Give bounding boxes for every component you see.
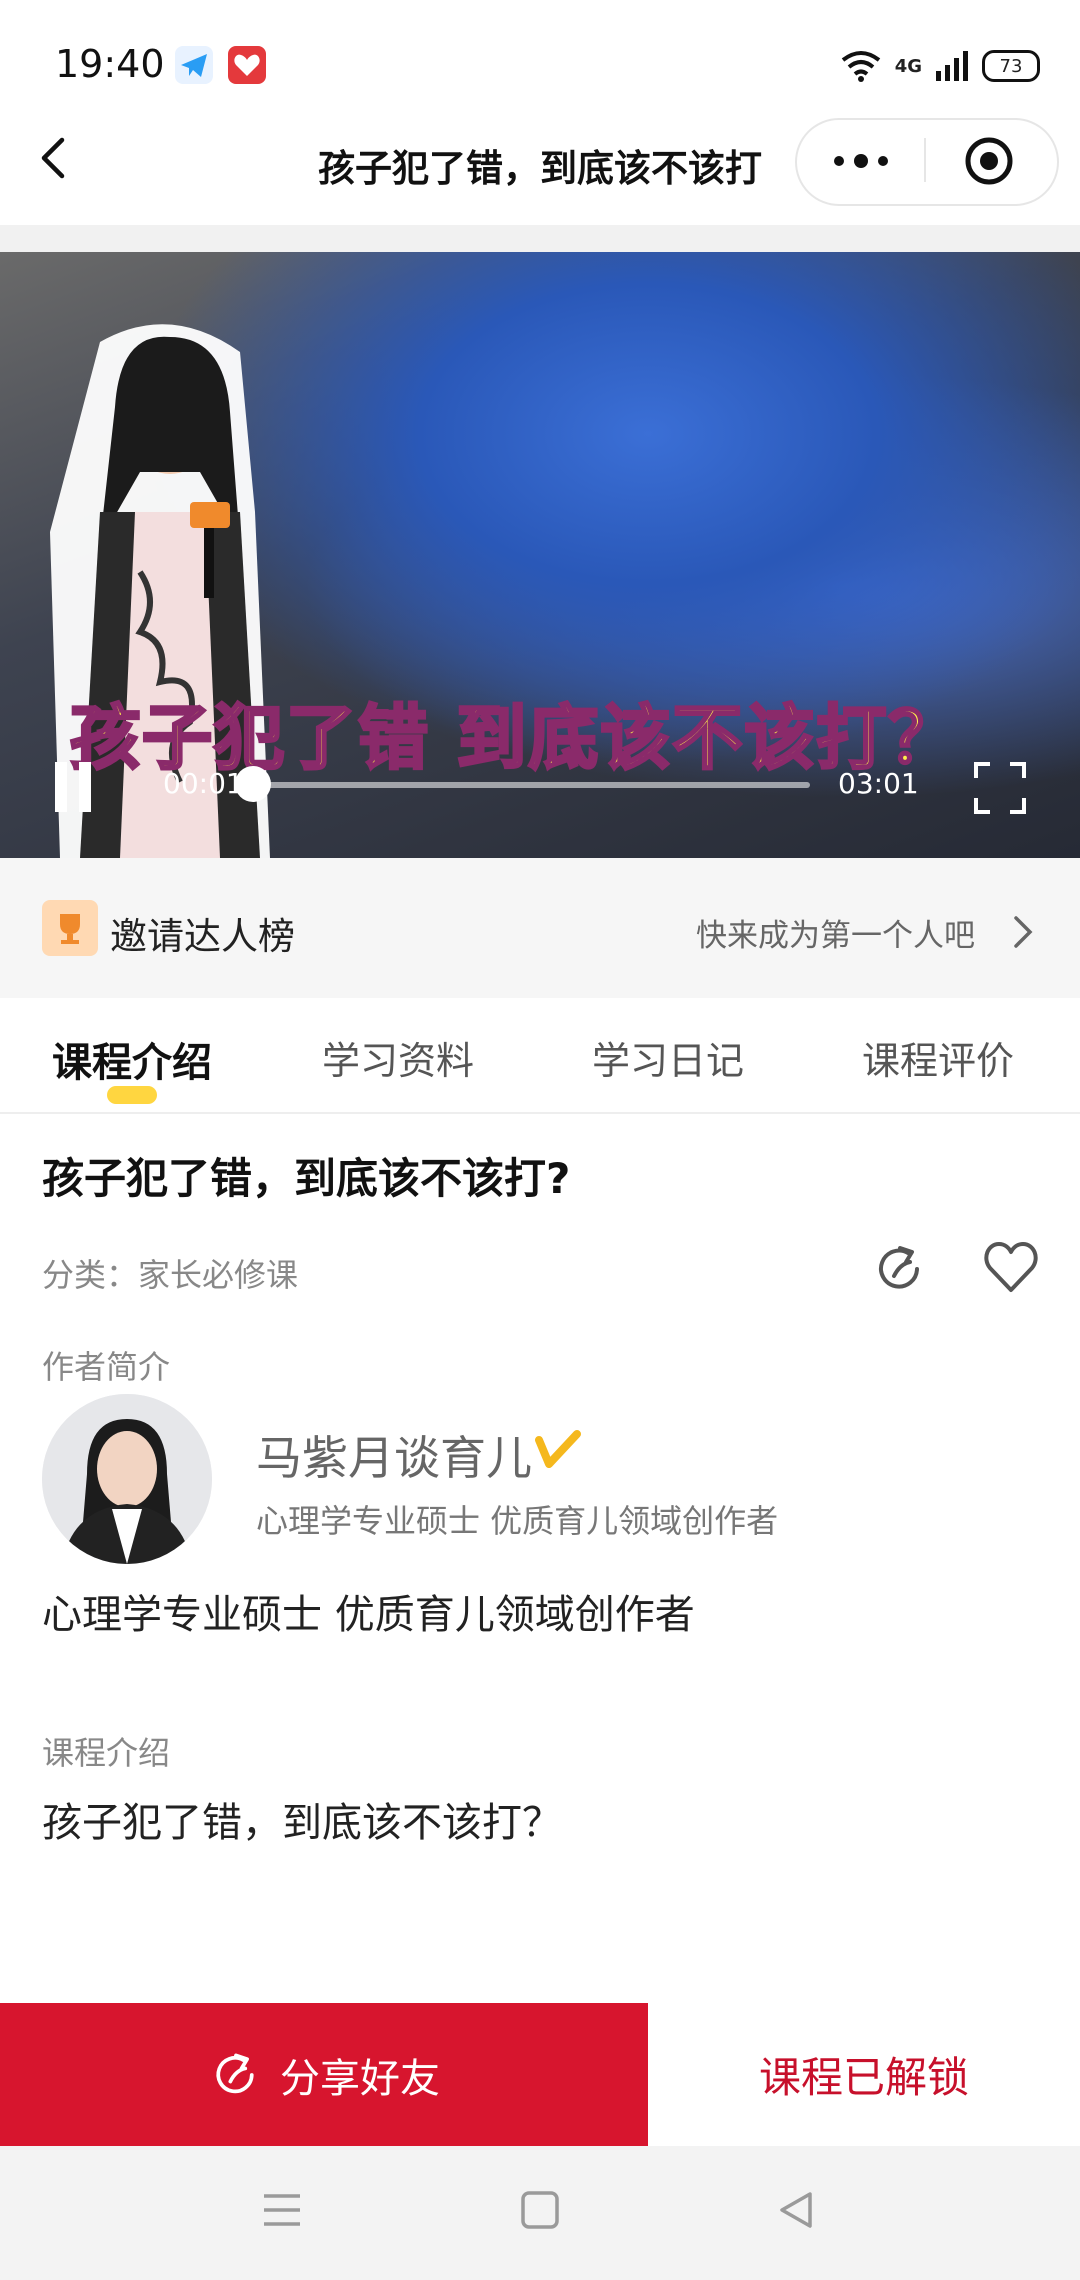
share-icon <box>216 2053 254 2093</box>
course-title: 孩子犯了错，到底该不该打? <box>42 1154 571 1203</box>
intro-heading: 课程介绍 <box>42 1734 171 1772</box>
status-time: 19:40 <box>55 42 165 86</box>
system-nav-bar <box>0 2146 1080 2280</box>
invite-cta[interactable]: 快来成为第一个人吧 <box>696 910 975 955</box>
tab-course-intro[interactable]: 课程介绍 <box>52 1030 212 1088</box>
author-subtitle: 心理学专业硕士 优质育儿领域创作者 <box>256 1502 779 1540</box>
signal-icon <box>936 51 968 81</box>
tab-materials[interactable]: 学习资料 <box>322 1030 474 1085</box>
current-time: 00:01 <box>163 767 244 800</box>
author-name[interactable]: 马紫月谈育儿 <box>256 1422 532 1488</box>
author-avatar[interactable] <box>42 1394 212 1564</box>
intro-text: 孩子犯了错，到底该不该打？ <box>42 1800 562 1846</box>
author-bio: 心理学专业硕士 优质育儿领域创作者 <box>42 1592 695 1638</box>
total-time: 03:01 <box>838 767 919 800</box>
back-nav-icon[interactable] <box>776 2190 816 2230</box>
course-unlocked-button[interactable]: 课程已解锁 <box>648 2003 1080 2146</box>
unlocked-label: 课程已解锁 <box>758 2053 969 2102</box>
course-category: 分类：家长必修课 <box>42 1256 299 1294</box>
status-icons: 4G 73 <box>841 46 1040 86</box>
share-friends-button[interactable]: 分享好友 <box>0 2003 648 2146</box>
invite-label: 邀请达人榜 <box>110 915 295 958</box>
active-tab-indicator <box>107 1086 157 1104</box>
wifi-icon <box>841 51 880 82</box>
share-icon[interactable] <box>870 1240 928 1298</box>
author-heading: 作者简介 <box>42 1348 171 1386</box>
more-dots-icon <box>834 154 888 168</box>
video-player[interactable]: 孩子犯了错 到底该不该打？ 00:01 03:01 <box>0 252 1080 858</box>
divider <box>0 225 1080 252</box>
favorite-heart-icon[interactable] <box>982 1240 1040 1294</box>
battery-level: 73 <box>999 55 1023 77</box>
network-type: 4G <box>894 55 922 77</box>
telegram-icon <box>175 46 213 84</box>
tab-reviews[interactable]: 课程评价 <box>862 1030 1014 1085</box>
tab-diary[interactable]: 学习日记 <box>592 1030 744 1085</box>
close-miniprogram-button[interactable] <box>928 122 1050 200</box>
more-button[interactable] <box>800 122 922 200</box>
jd-app-icon <box>228 46 266 84</box>
back-arrow-icon <box>41 137 65 179</box>
target-circle-icon <box>965 137 1013 185</box>
back-button[interactable] <box>28 133 78 183</box>
progress-knob[interactable] <box>234 766 271 802</box>
verified-badge-icon <box>535 1430 581 1468</box>
page-title: 孩子犯了错，到底该不该打 <box>318 147 762 188</box>
progress-track[interactable] <box>250 782 810 788</box>
chevron-right-icon[interactable] <box>1008 912 1038 952</box>
fullscreen-icon[interactable] <box>972 760 1028 816</box>
home-icon[interactable] <box>520 2190 560 2230</box>
pause-button[interactable] <box>55 762 99 812</box>
menu-icon[interactable] <box>262 2190 302 2230</box>
battery-icon: 73 <box>982 50 1040 82</box>
capsule-divider <box>924 138 926 182</box>
trophy-icon <box>42 900 98 956</box>
share-label: 分享好友 <box>280 2055 440 2102</box>
